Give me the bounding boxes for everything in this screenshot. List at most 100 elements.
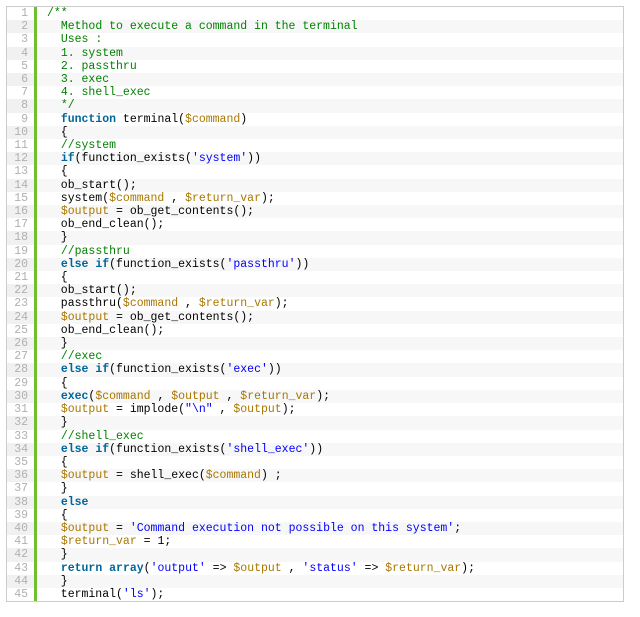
token-keyword: if — [95, 443, 109, 456]
line-number: 26 — [7, 337, 37, 350]
token-variable: $command — [95, 390, 150, 403]
code-line: 2 Method to execute a command in the ter… — [7, 20, 623, 33]
token-plain: => — [358, 562, 386, 575]
token-comment: 2. passthru — [61, 60, 137, 73]
code-line: 30 exec($command , $output , $return_var… — [7, 390, 623, 403]
code-line: 16 $output = ob_get_contents(); — [7, 205, 623, 218]
token-keyword: if — [95, 363, 109, 376]
token-plain — [47, 496, 61, 509]
code-content: else if(function_exists('passthru')) — [37, 258, 623, 271]
code-line: 7 4. shell_exec — [7, 86, 623, 99]
token-keyword: array — [109, 562, 144, 575]
token-comment: 1. system — [61, 47, 123, 60]
token-comment: Uses : — [61, 33, 102, 46]
token-keyword: exec — [61, 390, 89, 403]
token-variable: $output — [61, 311, 109, 324]
token-plain — [47, 535, 61, 548]
token-plain: ); — [275, 297, 289, 310]
token-plain: , — [178, 297, 199, 310]
line-number: 32 — [7, 416, 37, 429]
token-string: 'ls' — [123, 588, 151, 601]
token-plain — [47, 443, 61, 456]
line-number: 4 — [7, 47, 37, 60]
line-number: 6 — [7, 73, 37, 86]
code-line: 29 { — [7, 377, 623, 390]
token-plain: passthru( — [47, 297, 123, 310]
token-plain — [47, 245, 61, 258]
token-variable: $command — [185, 113, 240, 126]
token-plain — [47, 390, 61, 403]
token-string: 'exec' — [226, 363, 267, 376]
code-content: 2. passthru — [37, 60, 623, 73]
line-number: 23 — [7, 297, 37, 310]
code-content: { — [37, 271, 623, 284]
token-keyword: if — [95, 258, 109, 271]
code-content: $return_var = 1; — [37, 535, 623, 548]
line-number: 11 — [7, 139, 37, 152]
code-line: 34 else if(function_exists('shell_exec')… — [7, 443, 623, 456]
token-comment: Method to execute a command in the termi… — [61, 20, 358, 33]
line-number: 38 — [7, 496, 37, 509]
token-plain: { — [47, 509, 68, 522]
token-comment: 4. shell_exec — [61, 86, 151, 99]
token-plain: ob_end_clean(); — [47, 324, 164, 337]
code-line: 8 */ — [7, 99, 623, 112]
token-plain — [47, 60, 61, 73]
token-plain: { — [47, 126, 68, 139]
code-content: /** — [37, 7, 623, 20]
token-plain: = ob_get_contents(); — [109, 205, 254, 218]
token-plain: { — [47, 165, 68, 178]
line-number: 2 — [7, 20, 37, 33]
token-plain: , — [151, 390, 172, 403]
code-content: Method to execute a command in the termi… — [37, 20, 623, 33]
token-plain: ob_start(); — [47, 179, 137, 192]
code-line: 43 return array('output' => $output , 's… — [7, 562, 623, 575]
code-line: 33 //shell_exec — [7, 430, 623, 443]
token-comment: //passthru — [61, 245, 130, 258]
token-variable: $output — [233, 562, 281, 575]
token-plain: } — [47, 482, 68, 495]
token-string: 'output' — [151, 562, 206, 575]
line-number: 15 — [7, 192, 37, 205]
code-line: 45 terminal('ls'); — [7, 588, 623, 601]
token-plain: , — [282, 562, 303, 575]
token-plain: ); — [461, 562, 475, 575]
code-content: $output = shell_exec($command) ; — [37, 469, 623, 482]
token-plain: ob_start(); — [47, 284, 137, 297]
code-line: 20 else if(function_exists('passthru')) — [7, 258, 623, 271]
code-line: 15 system($command , $return_var); — [7, 192, 623, 205]
line-number: 21 — [7, 271, 37, 284]
code-line: 25 ob_end_clean(); — [7, 324, 623, 337]
token-keyword: else — [61, 363, 89, 376]
code-line: 3 Uses : — [7, 33, 623, 46]
token-plain: ); — [282, 403, 296, 416]
code-line: 9 function terminal($command) — [7, 113, 623, 126]
token-plain — [47, 20, 61, 33]
code-content: $output = ob_get_contents(); — [37, 311, 623, 324]
code-content: 3. exec — [37, 73, 623, 86]
line-number: 14 — [7, 179, 37, 192]
line-number: 7 — [7, 86, 37, 99]
code-content: terminal('ls'); — [37, 588, 623, 601]
token-plain: )) — [295, 258, 309, 271]
token-plain: = shell_exec( — [109, 469, 206, 482]
token-plain: (function_exists( — [75, 152, 192, 165]
token-comment: //shell_exec — [61, 430, 144, 443]
code-content: } — [37, 548, 623, 561]
line-number: 24 — [7, 311, 37, 324]
token-plain — [47, 33, 61, 46]
line-number: 5 — [7, 60, 37, 73]
token-plain: ) ; — [261, 469, 282, 482]
code-line: 18 } — [7, 231, 623, 244]
token-plain: { — [47, 271, 68, 284]
code-line: 5 2. passthru — [7, 60, 623, 73]
token-keyword: else — [61, 443, 89, 456]
code-content: //system — [37, 139, 623, 152]
token-keyword: function — [61, 113, 116, 126]
line-number: 43 — [7, 562, 37, 575]
line-number: 3 — [7, 33, 37, 46]
token-comment: */ — [61, 99, 75, 112]
code-content: //shell_exec — [37, 430, 623, 443]
token-plain — [47, 73, 61, 86]
line-number: 12 — [7, 152, 37, 165]
